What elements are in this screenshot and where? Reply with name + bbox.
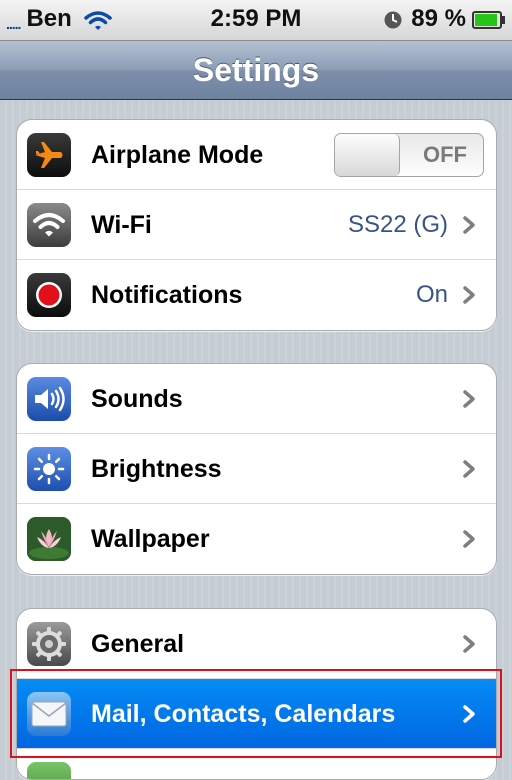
- chevron-right-icon: [463, 460, 475, 478]
- settings-row-wallpaper[interactable]: Wallpaper: [17, 504, 496, 574]
- alarm-clock-icon: [384, 11, 402, 29]
- chevron-right-icon: [463, 390, 475, 408]
- settings-row-wifi[interactable]: Wi-Fi SS22 (G): [17, 190, 496, 260]
- notifications-icon: [27, 273, 71, 317]
- chevron-right-icon: [463, 635, 475, 653]
- settings-row-sounds[interactable]: Sounds: [17, 364, 496, 434]
- settings-row-label: Wi-Fi: [91, 211, 152, 239]
- settings-row-airplane-mode[interactable]: Airplane Mode OFF: [17, 120, 496, 190]
- settings-row-label: Notifications: [91, 281, 243, 309]
- airplane-mode-toggle[interactable]: OFF: [334, 133, 484, 177]
- settings-row-label: Airplane Mode: [91, 141, 264, 169]
- page-title: Settings: [192, 52, 320, 88]
- settings-row-brightness[interactable]: Brightness: [17, 434, 496, 504]
- settings-row-label: Sounds: [91, 385, 183, 413]
- chevron-right-icon: [463, 286, 475, 304]
- settings-row-notifications[interactable]: Notifications On: [17, 260, 496, 330]
- wallpaper-icon: [27, 517, 71, 561]
- status-bar: ..... Ben 2:59 PM 89 %: [0, 0, 512, 41]
- navigation-bar: Settings: [0, 41, 512, 100]
- wifi-icon: [27, 203, 71, 247]
- highlight-annotation: [10, 669, 502, 758]
- sounds-icon: [27, 377, 71, 421]
- chevron-right-icon: [463, 530, 475, 548]
- toggle-state-label: OFF: [423, 142, 467, 167]
- settings-group-connectivity: Airplane Mode OFF Wi-Fi SS22 (G) Notific…: [16, 119, 497, 331]
- chevron-right-icon: [463, 216, 475, 234]
- status-right: 89 %: [383, 5, 506, 33]
- brightness-icon: [27, 447, 71, 491]
- settings-row-value: On: [415, 281, 448, 308]
- toggle-knob: [335, 134, 400, 176]
- airplane-icon: [27, 133, 71, 177]
- gear-icon: [27, 622, 71, 666]
- battery-icon: [472, 11, 505, 29]
- settings-group-display: Sounds Brightness Wallpaper: [16, 363, 497, 575]
- battery-percent: 89 %: [411, 5, 466, 32]
- app-icon: [27, 762, 71, 779]
- settings-row-label: Wallpaper: [91, 525, 210, 553]
- settings-row-label: Brightness: [91, 455, 222, 483]
- settings-row-value: SS22 (G): [347, 211, 448, 238]
